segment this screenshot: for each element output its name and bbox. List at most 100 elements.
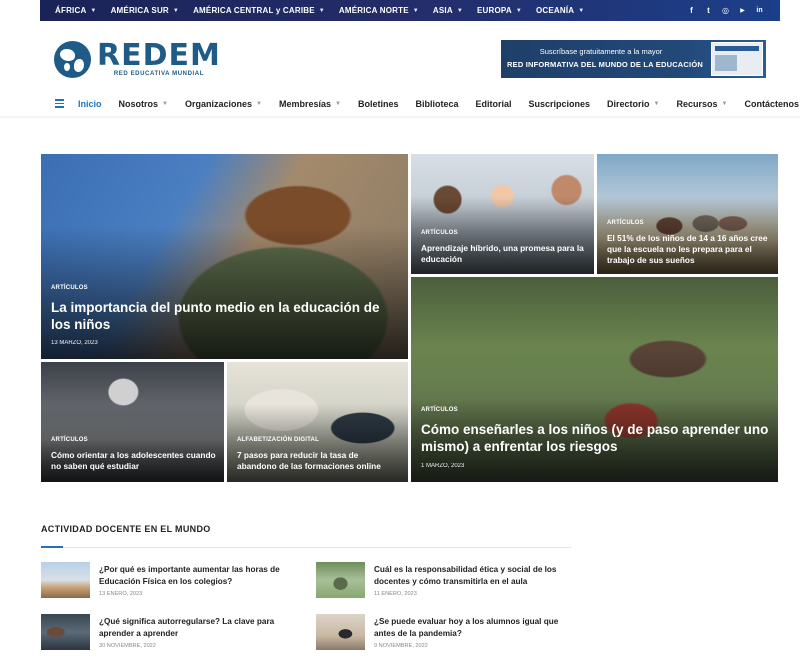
list-item[interactable]: ¿Se puede evaluar hoy a los alumnos igua…: [316, 614, 566, 654]
featured-card-4[interactable]: ARTÍCULOS Cómo enseñarles a los niños (y…: [411, 277, 778, 482]
region-label: AMÉRICA SUR: [110, 6, 169, 15]
nav-item-directorio[interactable]: Directorio ▼: [607, 99, 659, 109]
post-date: 11 ENERO, 2023: [374, 591, 417, 597]
nav-item-boletines[interactable]: Boletines: [358, 99, 399, 109]
nav-item-membresias[interactable]: Membresías ▼: [279, 99, 341, 109]
region-oceania[interactable]: OCEANÍA ▼: [529, 0, 591, 21]
region-menu: ÁFRICA ▼ AMÉRICA SUR ▼ AMÉRICA CENTRAL y C…: [40, 0, 591, 21]
region-label: ÁFRICA: [55, 6, 87, 15]
linkedin-icon[interactable]: in: [755, 6, 764, 15]
region-label: ASIA: [432, 6, 453, 15]
post-thumbnail[interactable]: [41, 614, 90, 650]
card-category[interactable]: ALFABETIZACIÓN DIGITAL: [237, 437, 319, 443]
featured-card-6[interactable]: ALFABETIZACIÓN DIGITAL 7 pasos para redu…: [227, 362, 408, 482]
chevron-down-icon: ▼: [653, 100, 660, 107]
chevron-down-icon: ▼: [721, 100, 728, 107]
post-date: 13 ENERO, 2023: [99, 591, 143, 597]
banner-line2: RED INFORMATIVA DEL MUNDO DE LA EDUCACIÓ…: [507, 60, 703, 69]
region-america-norte[interactable]: AMÉRICA NORTE ▼: [332, 0, 426, 21]
post-thumbnail[interactable]: [316, 614, 365, 650]
nav-item-editorial[interactable]: Editorial: [475, 99, 511, 109]
logo-title: REDEM: [97, 38, 221, 73]
post-thumbnail[interactable]: [316, 562, 365, 598]
post-title[interactable]: ¿Por qué es importante aumentar las hora…: [99, 564, 299, 587]
nav-item-organizaciones[interactable]: Organizaciones ▼: [185, 99, 262, 109]
section-title: ACTIVIDAD DOCENTE EN EL MUNDO: [41, 524, 211, 534]
nav-label: Recursos: [676, 98, 718, 109]
card-title[interactable]: El 51% de los niños de 14 a 16 años cree…: [607, 233, 770, 266]
chevron-down-icon: ▼: [412, 7, 419, 14]
nav-item-nosotros[interactable]: Nosotros ▼: [119, 99, 168, 109]
card-category[interactable]: ARTÍCULOS: [421, 230, 458, 236]
card-title[interactable]: Cómo orientar a los adolescentes cuando …: [51, 450, 216, 472]
region-europa[interactable]: EUROPA ▼: [470, 0, 529, 21]
list-item[interactable]: ¿Qué significa autorregularse? La clave …: [41, 614, 291, 654]
card-category[interactable]: ARTÍCULOS: [51, 437, 88, 443]
post-thumbnail[interactable]: [41, 562, 90, 598]
card-title[interactable]: La importancia del punto medio en la edu…: [51, 299, 400, 333]
social-links: f t ◎ ▶ in: [687, 6, 780, 15]
post-title[interactable]: ¿Se puede evaluar hoy a los alumnos igua…: [374, 616, 574, 639]
nav-label: Organizaciones: [184, 98, 253, 109]
list-item[interactable]: Cuál es la responsabilidad ética y socia…: [316, 562, 566, 602]
list-item[interactable]: ¿Por qué es importante aumentar las hora…: [41, 562, 291, 602]
youtube-icon[interactable]: ▶: [738, 6, 747, 15]
card-title[interactable]: 7 pasos para reducir la tasa de abandono…: [237, 450, 400, 472]
region-asia[interactable]: ASIA ▼: [426, 0, 470, 21]
region-america-central[interactable]: AMÉRICA CENTRAL y CARIBE ▼: [186, 0, 332, 21]
nav-item-recursos[interactable]: Recursos ▼: [677, 99, 728, 109]
site-logo[interactable]: REDEM RED EDUCATIVA MUNDIAL: [54, 41, 221, 78]
card-title[interactable]: Cómo enseñarles a los niños (y de paso a…: [421, 421, 770, 455]
card-date: 13 MARZO, 2023: [51, 340, 98, 346]
nav-item-inicio[interactable]: Inicio: [78, 99, 102, 109]
region-label: AMÉRICA NORTE: [338, 6, 409, 15]
region-africa[interactable]: ÁFRICA ▼: [40, 0, 104, 21]
featured-card-1[interactable]: ARTÍCULOS La importancia del punto medio…: [41, 154, 408, 359]
region-label: EUROPA: [476, 6, 512, 15]
twitter-icon[interactable]: t: [704, 6, 713, 15]
subscribe-banner[interactable]: Suscríbase gratuitamente a la mayor RED …: [501, 40, 766, 78]
nav-item-suscripciones[interactable]: Suscripciones: [529, 99, 591, 109]
post-title[interactable]: Cuál es la responsabilidad ética y socia…: [374, 564, 574, 587]
card-title[interactable]: Aprendizaje híbrido, una promesa para la…: [421, 243, 586, 265]
region-america-sur[interactable]: AMÉRICA SUR ▼: [104, 0, 187, 21]
post-date: 9 NOVIEMBRE, 2022: [374, 643, 428, 649]
featured-card-3[interactable]: ARTÍCULOS El 51% de los niños de 14 a 16…: [597, 154, 778, 274]
post-title[interactable]: ¿Qué significa autorregularse? La clave …: [99, 616, 299, 639]
nav-label: Directorio: [607, 98, 650, 109]
nav-label: Membresías: [278, 98, 331, 109]
nav-label: Boletines: [357, 98, 399, 109]
logo-text: REDEM RED EDUCATIVA MUNDIAL: [97, 38, 221, 78]
logo-subtitle: RED EDUCATIVA MUNDIAL: [113, 71, 204, 77]
top-region-bar: ÁFRICA ▼ AMÉRICA SUR ▼ AMÉRICA CENTRAL y C…: [40, 0, 780, 21]
nav-item-biblioteca[interactable]: Biblioteca: [415, 99, 458, 109]
banner-line1: Suscríbase gratuitamente a la mayor: [539, 47, 663, 56]
region-label: AMÉRICA CENTRAL y CARIBE: [193, 6, 315, 15]
nav-divider: [0, 116, 800, 119]
chevron-down-icon: ▼: [515, 7, 522, 14]
featured-card-5[interactable]: ARTÍCULOS Cómo orientar a los adolescent…: [41, 362, 224, 482]
chevron-down-icon: ▼: [578, 7, 585, 14]
section-divider: [41, 547, 572, 548]
nav-item-contactenos[interactable]: Contáctenos: [744, 99, 799, 109]
chevron-down-icon: ▼: [172, 7, 180, 14]
chevron-down-icon: ▼: [256, 100, 262, 107]
main-nav: Inicio Nosotros ▼ Organizaciones ▼ Membres…: [40, 91, 799, 116]
chevron-down-icon: ▼: [162, 100, 168, 107]
chevron-down-icon: ▼: [318, 7, 325, 14]
nav-label: Inicio: [78, 98, 102, 109]
nav-label: Nosotros: [118, 98, 159, 109]
nav-label: Biblioteca: [415, 98, 459, 109]
featured-card-2[interactable]: ARTÍCULOS Aprendizaje híbrido, una prome…: [411, 154, 594, 274]
card-category[interactable]: ARTÍCULOS: [421, 407, 458, 413]
chevron-down-icon: ▼: [90, 7, 97, 14]
facebook-icon[interactable]: f: [687, 6, 696, 15]
card-category[interactable]: ARTÍCULOS: [607, 220, 644, 226]
card-category[interactable]: ARTÍCULOS: [51, 285, 88, 291]
instagram-icon[interactable]: ◎: [721, 6, 730, 15]
chevron-down-icon: ▼: [456, 7, 463, 14]
globe-icon: [54, 41, 91, 78]
region-label: OCEANÍA: [535, 6, 575, 15]
menu-icon[interactable]: [55, 99, 64, 108]
nav-label: Suscripciones: [528, 98, 591, 109]
